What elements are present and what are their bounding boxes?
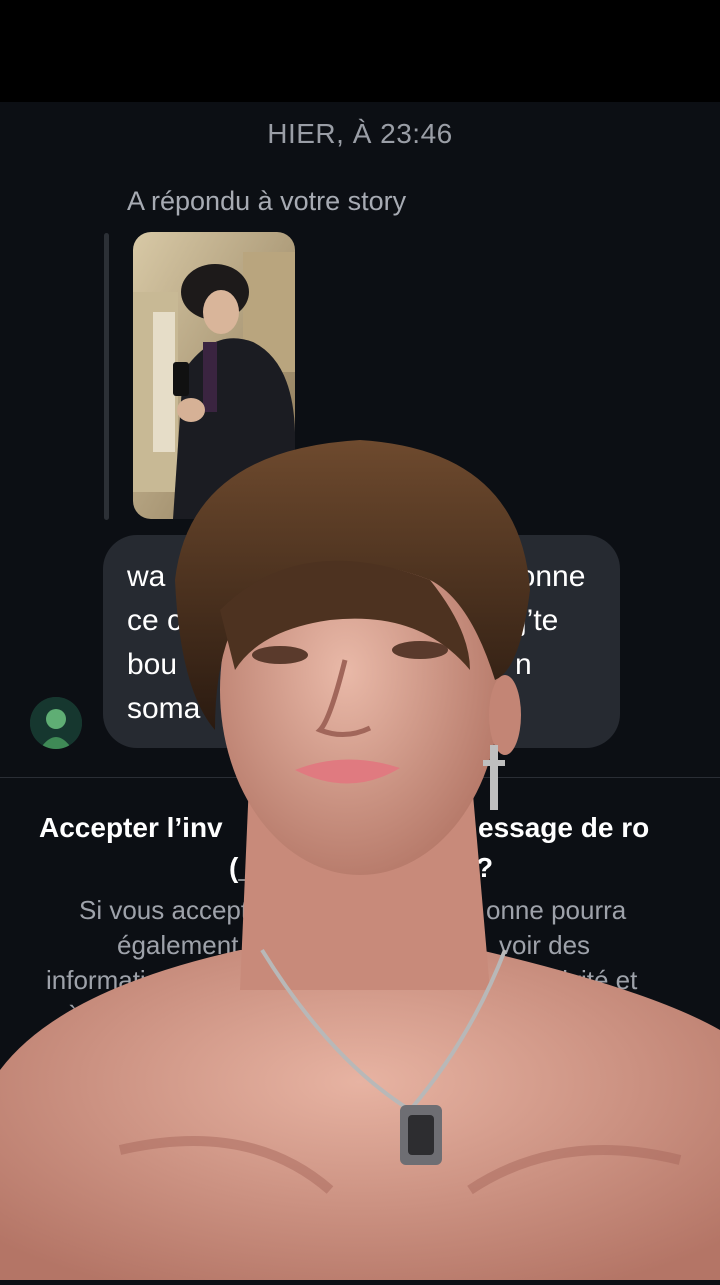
status-bar: [0, 0, 720, 102]
message-timestamp: HIER, À 23:46: [267, 118, 453, 149]
overlay-person-photo: [0, 430, 720, 1280]
story-reply-label: A répondu à votre story: [127, 186, 407, 216]
